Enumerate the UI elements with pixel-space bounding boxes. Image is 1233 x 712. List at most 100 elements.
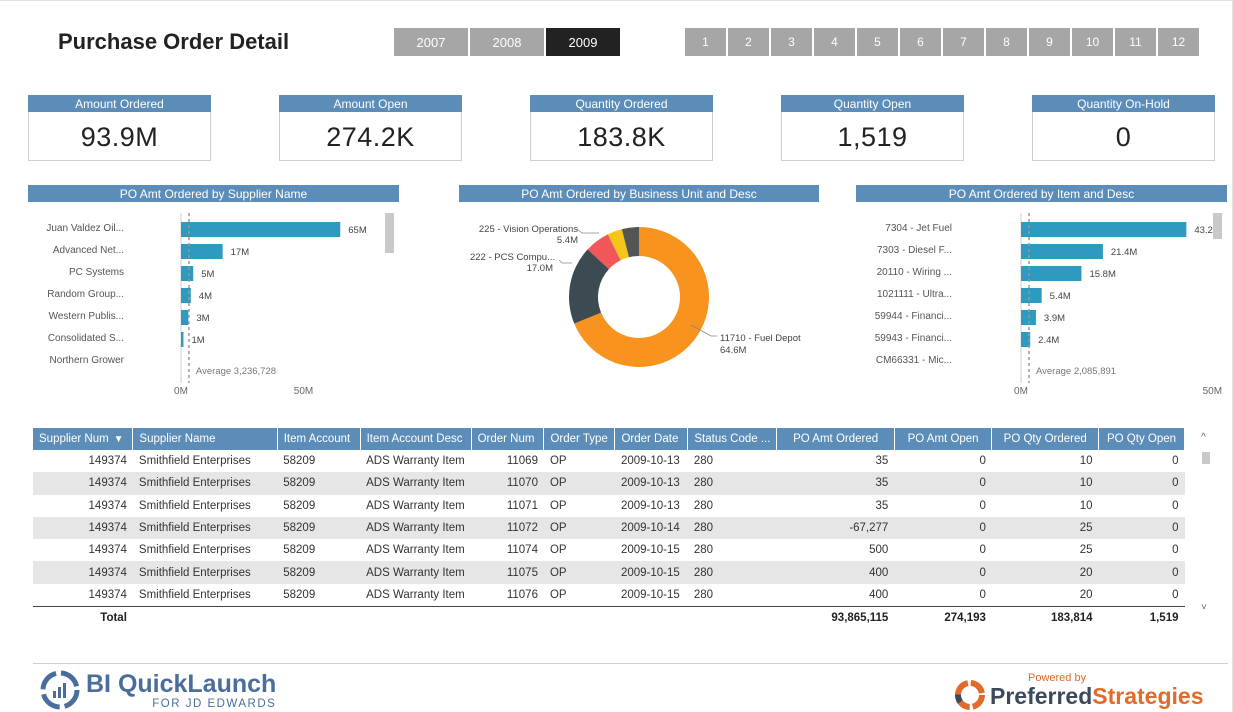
table-cell: 58209: [277, 516, 361, 540]
scroll-thumb[interactable]: [1202, 452, 1210, 464]
table-cell: 20: [991, 561, 1099, 584]
table-cell: 58209: [277, 561, 361, 584]
table-cell: 10: [1079, 499, 1093, 512]
month-button-8[interactable]: 8: [986, 28, 1027, 56]
table-cell: -67,277: [776, 516, 895, 540]
column-header[interactable]: PO Amt Ordered: [776, 428, 895, 450]
category-label: 7303 - Diesel F...: [877, 245, 952, 256]
table-row[interactable]: 149374 Smithfield Enterprises 58209 ADS War…: [33, 516, 1185, 540]
table-cell: Smithfield Enterprises: [138, 544, 251, 557]
table-row[interactable]: 149374 Smithfield Enterprises 58209 ADS War…: [33, 472, 1185, 495]
supplier-chart-title: PO Amt Ordered by Supplier Name: [28, 185, 399, 202]
table-row[interactable]: 149374 Smithfield Enterprises 58209 ADS War…: [33, 584, 1185, 606]
bar[interactable]: [1021, 288, 1042, 303]
bar[interactable]: [1021, 266, 1082, 281]
table-cell: 0: [1172, 544, 1179, 557]
table-cell: 149374: [88, 455, 127, 468]
bi-quicklaunch-logo: BI QuickLaunch FOR JD EDWARDS: [40, 670, 276, 710]
table-row[interactable]: 149374 Smithfield Enterprises 58209 ADS War…: [33, 539, 1185, 561]
bar-value-label: 3.9M: [1044, 313, 1065, 324]
table-cell: 11076: [506, 588, 538, 601]
kpi-card-label: Quantity On-Hold: [1032, 95, 1215, 112]
column-header[interactable]: Supplier Num ▼: [33, 428, 134, 450]
month-button-6[interactable]: 6: [900, 28, 941, 56]
scroll-up-icon[interactable]: ^: [1201, 432, 1206, 443]
column-header[interactable]: PO Qty Ordered: [991, 428, 1100, 450]
kpi-card: Amount Ordered 93.9M: [28, 95, 211, 161]
logo-sub-text: FOR JD EDWARDS: [152, 697, 277, 710]
supplier-chart-scrollbar[interactable]: [385, 213, 394, 253]
year-button-2007[interactable]: 2007: [394, 28, 468, 56]
business-unit-donut-chart[interactable]: 11710 - Fuel Depot64.6M 222 - PCS Compu..…: [459, 205, 819, 395]
bar[interactable]: [181, 244, 223, 259]
column-header[interactable]: PO Amt Open: [894, 428, 993, 450]
month-button-5[interactable]: 5: [857, 28, 898, 56]
table-row[interactable]: 149374 Smithfield Enterprises 58209 ADS War…: [33, 495, 1185, 517]
bar[interactable]: [1021, 222, 1187, 237]
month-button-7[interactable]: 7: [943, 28, 984, 56]
report-page: Purchase Order Detail 2007 2008 2009 12345…: [0, 0, 1233, 712]
table-cell: 280: [693, 499, 714, 512]
bar[interactable]: [181, 266, 194, 281]
kpi-card: Quantity Open 1,519: [781, 95, 964, 161]
bar-value-label: 17M: [231, 247, 250, 258]
total-cell: [277, 605, 361, 631]
column-header[interactable]: Order Date: [614, 428, 689, 450]
table-cell: Smithfield Enterprises: [132, 561, 278, 584]
table-cell: 0: [894, 561, 992, 584]
bar[interactable]: [1021, 244, 1103, 259]
month-button-2[interactable]: 2: [728, 28, 769, 56]
bar-value-label: 1M: [191, 335, 204, 346]
bar[interactable]: [181, 288, 191, 303]
month-button-12[interactable]: 12: [1158, 28, 1199, 56]
bar[interactable]: [181, 310, 189, 325]
category-label: CM66331 - Mic...: [876, 355, 952, 366]
table-cell: 280: [693, 455, 714, 468]
scroll-down-icon[interactable]: ˅: [1201, 602, 1207, 613]
table-row[interactable]: 149374 Smithfield Enterprises 58209 ADS War…: [33, 561, 1185, 584]
column-header[interactable]: Item Account: [277, 428, 361, 450]
table-cell: Smithfield Enterprises: [138, 499, 251, 512]
kpi-card-label: Amount Ordered: [28, 95, 211, 112]
table-cell: 11069: [506, 455, 538, 468]
slice-label: 225 - Vision Operations: [479, 224, 578, 235]
year-button-2008[interactable]: 2008: [470, 28, 544, 56]
table-cell: 35: [776, 472, 895, 495]
table-cell: 11075: [471, 561, 544, 584]
column-header[interactable]: PO Qty Open: [1098, 428, 1185, 450]
table-cell: Smithfield Enterprises: [138, 588, 251, 601]
footer-divider: [33, 663, 1228, 664]
year-button-2009[interactable]: 2009: [546, 28, 620, 56]
table-cell: 0: [979, 588, 986, 601]
page-title: Purchase Order Detail: [58, 29, 290, 54]
month-button-11[interactable]: 11: [1115, 28, 1156, 56]
month-button-1[interactable]: 1: [685, 28, 726, 56]
month-button-4[interactable]: 4: [814, 28, 855, 56]
item-bar-chart[interactable]: 7304 - Jet Fuel 43.2M7303 - Diesel F... 21…: [856, 205, 1228, 405]
column-header[interactable]: Status Code ...: [687, 428, 778, 450]
table-cell: 2009-10-15: [620, 544, 680, 557]
month-button-9[interactable]: 9: [1029, 28, 1070, 56]
column-header[interactable]: Order Type: [543, 428, 616, 450]
column-header[interactable]: Item Account Desc: [360, 428, 472, 450]
column-header[interactable]: Supplier Name: [132, 428, 278, 450]
column-header[interactable]: Order Num: [471, 428, 545, 450]
table-cell: 149374: [88, 588, 127, 601]
x-tick-label: 0M: [174, 386, 188, 397]
sort-desc-icon[interactable]: ▼: [114, 434, 124, 445]
table-cell: 0: [1098, 561, 1185, 584]
item-chart-scrollbar[interactable]: [1213, 213, 1222, 239]
month-slicer: 1 2 3 4 5 6 7 8 9 10 11 12: [685, 28, 1199, 56]
bar-value-label: 3M: [196, 313, 209, 324]
bar[interactable]: [181, 332, 184, 347]
table-row[interactable]: 149374 Smithfield Enterprises 58209 ADS War…: [33, 450, 1185, 472]
supplier-bar-chart[interactable]: Juan Valdez Oil... 65M Advanced Net... 17M P…: [28, 205, 400, 405]
table-cell: ADS Warranty Item: [360, 561, 472, 584]
table-cell: 400: [776, 561, 895, 584]
month-button-10[interactable]: 10: [1072, 28, 1113, 56]
table-cell: 149374: [88, 544, 127, 557]
bar[interactable]: [181, 222, 341, 237]
month-button-3[interactable]: 3: [771, 28, 812, 56]
table-scrollbar[interactable]: ^ ˅: [1199, 428, 1213, 624]
total-cell: 93,865,115: [776, 605, 895, 631]
